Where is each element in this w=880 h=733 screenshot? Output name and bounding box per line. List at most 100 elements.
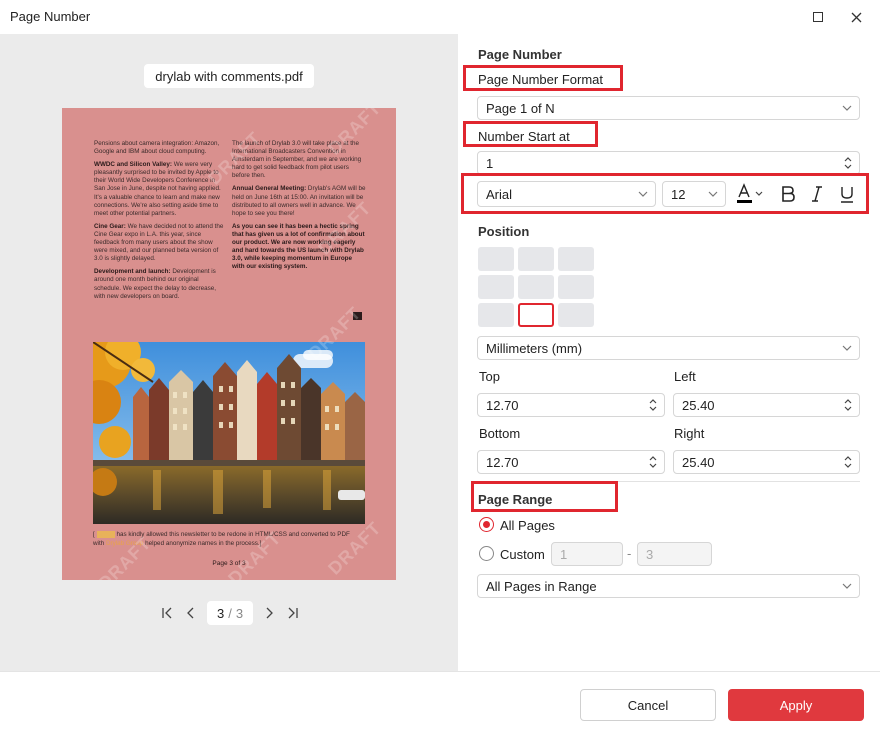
- bottom-margin-stepper[interactable]: 12.70: [477, 450, 665, 474]
- chevron-down-icon: [841, 580, 853, 592]
- chevron-down-icon: [841, 102, 853, 114]
- custom-range-radio[interactable]: [479, 546, 494, 561]
- start-value: 1: [486, 155, 494, 171]
- prev-page-button[interactable]: [179, 601, 203, 625]
- page-text: The launch of Drylab 3.0 will take place…: [232, 140, 362, 180]
- font-size-select[interactable]: 12: [662, 181, 726, 207]
- start-number-stepper[interactable]: 1: [477, 151, 860, 175]
- custom-to-input[interactable]: 3: [637, 542, 712, 566]
- apply-button[interactable]: Apply: [728, 689, 864, 721]
- preview-pane: drylab with comments.pdf Pensions about …: [0, 34, 458, 671]
- position-top-center[interactable]: [518, 247, 554, 271]
- last-page-button[interactable]: [281, 601, 305, 625]
- range-filter-value: All Pages in Range: [486, 578, 597, 594]
- page-text: WWDC and Silicon Valley: We were very pl…: [94, 161, 221, 217]
- font-size-value: 12: [671, 186, 686, 202]
- chevron-left-icon: [187, 607, 194, 619]
- chevron-down-icon: [841, 342, 853, 354]
- page-text: Annual General Meeting: Drylab's AGM wil…: [232, 185, 366, 217]
- document-logo-icon: [353, 312, 362, 320]
- page-text: Cine Gear: We have decided not to attend…: [94, 222, 224, 263]
- position-bottom-right[interactable]: [558, 303, 594, 327]
- stepper-icon: [648, 453, 658, 471]
- left-value: 25.40: [682, 397, 715, 413]
- font-color-icon: [737, 183, 763, 203]
- bold-button[interactable]: [775, 181, 801, 207]
- top-value: 12.70: [486, 397, 519, 413]
- font-family-select[interactable]: Arial: [477, 181, 656, 207]
- page-range-title: Page Range: [478, 492, 553, 507]
- chevron-down-icon: [707, 188, 719, 200]
- position-bottom-left[interactable]: [478, 303, 514, 327]
- page-text: Development and launch: Development is a…: [94, 268, 217, 300]
- left-label: Left: [674, 369, 696, 384]
- first-page-icon: [162, 607, 172, 619]
- underline-icon: [841, 186, 853, 203]
- total-pages: 3: [235, 605, 244, 621]
- left-margin-stepper[interactable]: 25.40: [673, 393, 860, 417]
- unit-select[interactable]: Millimeters (mm): [477, 336, 860, 360]
- stepper-icon: [648, 396, 658, 414]
- current-page: 3: [216, 605, 225, 621]
- italic-button[interactable]: [804, 181, 830, 207]
- page-preview: Pensions about camera integration: Amazo…: [62, 108, 396, 580]
- custom-from-input[interactable]: 1: [551, 542, 623, 566]
- page-separator: /: [228, 605, 232, 621]
- italic-icon: [812, 186, 822, 202]
- page-footnote: [ Drylab has kindly allowed this newslet…: [93, 531, 350, 547]
- page-input[interactable]: 3 / 3: [207, 601, 253, 625]
- format-label: Page Number Format: [478, 72, 603, 87]
- watermark: DRAFT: [324, 517, 386, 579]
- format-select[interactable]: Page 1 of N: [477, 96, 860, 120]
- last-page-icon: [288, 607, 298, 619]
- range-filter-select[interactable]: All Pages in Range: [477, 574, 860, 598]
- window-title: Page Number: [10, 9, 91, 24]
- page-number-preview: Page 3 of 3: [212, 560, 246, 567]
- first-page-button[interactable]: [155, 601, 179, 625]
- top-label: Top: [479, 369, 500, 384]
- top-margin-stepper[interactable]: 12.70: [477, 393, 665, 417]
- page-column-left: Pensions about camera integration: Amazo…: [94, 140, 226, 306]
- underline-button[interactable]: [834, 181, 860, 207]
- stepper-icon: [843, 453, 853, 471]
- cancel-button[interactable]: Cancel: [580, 689, 716, 721]
- font-color-button[interactable]: [732, 181, 768, 207]
- position-middle-right[interactable]: [558, 275, 594, 299]
- all-pages-radio[interactable]: [479, 517, 494, 532]
- position-middle-left[interactable]: [478, 275, 514, 299]
- chevron-right-icon: [266, 607, 273, 619]
- maximize-button[interactable]: [805, 4, 831, 30]
- all-pages-label: All Pages: [500, 518, 555, 533]
- bottom-value: 12.70: [486, 454, 519, 470]
- close-icon: [851, 12, 861, 22]
- stepper-icon: [843, 154, 853, 172]
- font-family-value: Arial: [486, 186, 513, 202]
- position-middle-center[interactable]: [518, 275, 554, 299]
- page-photo: [93, 342, 365, 524]
- dialog-footer: Cancel Apply: [0, 671, 880, 733]
- page-text: Pensions about camera integration: Amazo…: [94, 140, 220, 156]
- next-page-button[interactable]: [257, 601, 281, 625]
- right-value: 25.40: [682, 454, 715, 470]
- title-bar: Page Number: [0, 0, 880, 34]
- right-margin-stepper[interactable]: 25.40: [673, 450, 860, 474]
- bold-icon: [782, 186, 795, 202]
- format-value: Page 1 of N: [486, 100, 555, 116]
- position-top-right[interactable]: [558, 247, 594, 271]
- page-navigator: 3 / 3: [155, 601, 305, 625]
- page-text: As you can see it has been a hectic spri…: [232, 222, 365, 271]
- file-name-label: drylab with comments.pdf: [144, 64, 314, 88]
- position-bottom-center[interactable]: [518, 303, 554, 327]
- range-dash: -: [627, 546, 632, 561]
- position-title: Position: [478, 224, 530, 239]
- unit-value: Millimeters (mm): [486, 340, 583, 356]
- custom-to-value: 3: [646, 546, 654, 562]
- start-label: Number Start at: [478, 129, 570, 144]
- custom-from-value: 1: [560, 546, 568, 562]
- settings-title: Page Number: [478, 47, 562, 62]
- close-button[interactable]: [843, 4, 869, 30]
- bottom-label: Bottom: [479, 426, 521, 441]
- position-top-left[interactable]: [478, 247, 514, 271]
- right-label: Right: [674, 426, 705, 441]
- chevron-down-icon: [637, 188, 649, 200]
